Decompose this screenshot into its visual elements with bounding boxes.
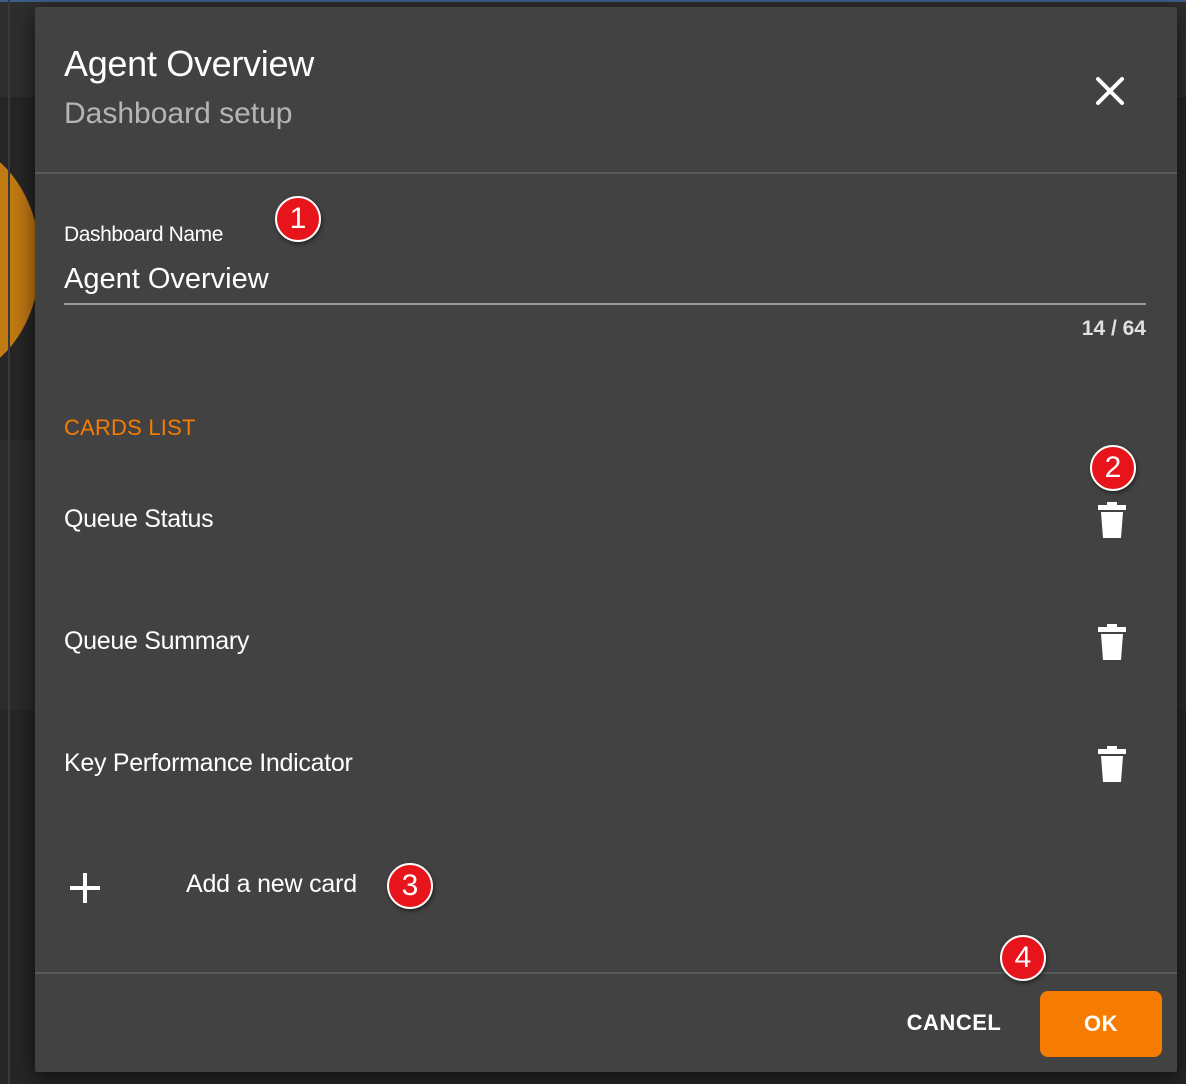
card-list-item: Key Performance Indicator [35, 718, 1177, 808]
close-button[interactable] [1088, 69, 1132, 113]
character-counter: 14 / 64 [1081, 317, 1146, 340]
trash-icon [1098, 746, 1126, 782]
cards-list-header: CARDS LIST [64, 415, 196, 440]
delete-card-button[interactable] [1090, 742, 1134, 786]
add-new-card-label: Add a new card [186, 870, 357, 898]
card-label: Queue Summary [64, 627, 250, 655]
dashboard-name-label: Dashboard Name [64, 223, 223, 246]
card-label: Queue Status [64, 505, 214, 533]
delete-card-button[interactable] [1090, 498, 1134, 542]
dashboard-name-input[interactable] [64, 255, 1146, 305]
ok-button[interactable]: OK [1040, 991, 1162, 1057]
card-label: Key Performance Indicator [64, 749, 353, 777]
callout-badge-4: 4 [1000, 935, 1046, 981]
callout-badge-1: 1 [275, 196, 321, 242]
delete-card-button[interactable] [1090, 620, 1134, 664]
backdrop-avatar-shape [0, 140, 40, 380]
add-new-card-button[interactable]: Add a new card [35, 852, 1177, 922]
card-list-item: Queue Summary [35, 596, 1177, 686]
backdrop-divider [8, 0, 10, 1084]
trash-icon [1098, 624, 1126, 660]
dialog-title: Agent Overview [64, 43, 314, 84]
cancel-button[interactable]: CANCEL [883, 997, 1025, 1049]
close-icon [1096, 77, 1124, 105]
card-list-item: Queue Status [35, 474, 1177, 564]
header-divider [35, 172, 1177, 174]
plus-icon [70, 873, 100, 903]
dashboard-setup-dialog: Agent Overview Dashboard setup Dashboard… [35, 7, 1177, 1072]
dialog-subtitle: Dashboard setup [64, 97, 293, 130]
trash-icon [1098, 502, 1126, 538]
callout-badge-3: 3 [387, 863, 433, 909]
